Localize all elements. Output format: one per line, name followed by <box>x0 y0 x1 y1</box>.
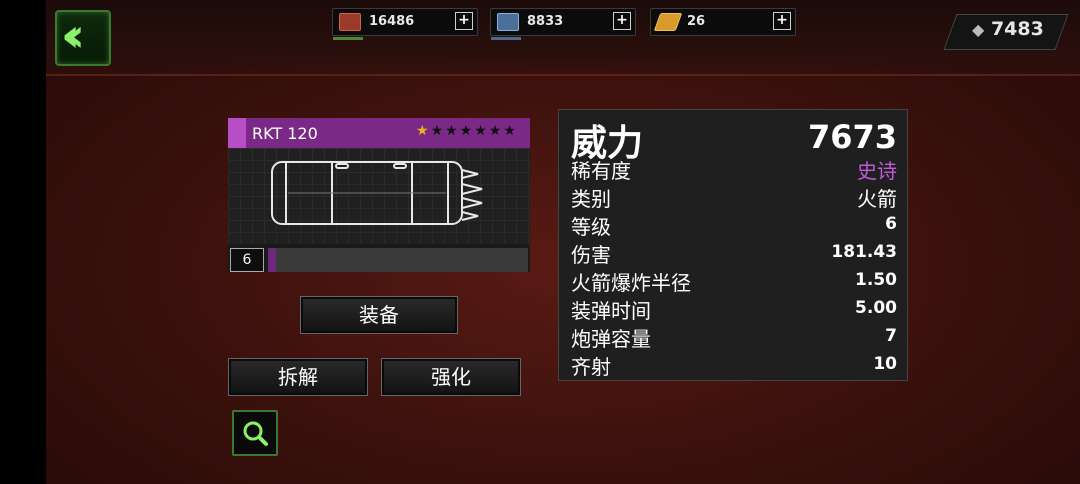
weapon-name: RKT 120 <box>252 124 318 143</box>
rarity-accent <box>228 118 246 148</box>
equip-button[interactable]: 装备 <box>300 296 458 334</box>
gems-value: 7483 <box>990 18 1044 40</box>
add-red-crate-button[interactable]: + <box>455 12 473 30</box>
stat-row-ammo-capacity: 炮弹容量 7 <box>571 323 897 351</box>
stat-value: 火箭 <box>857 187 897 211</box>
stat-row-damage: 伤害 181.43 <box>571 239 897 267</box>
resource-bar <box>333 37 363 40</box>
stat-row-category: 类别 火箭 <box>571 183 897 211</box>
dismantle-button[interactable]: 拆解 <box>228 358 368 396</box>
magnifier-icon <box>243 421 268 446</box>
blue-crate-icon <box>497 13 519 31</box>
zoom-button[interactable] <box>232 410 278 456</box>
stat-value: 6 <box>885 214 897 234</box>
resource-gold-bar: 26 + <box>650 8 796 36</box>
stat-value: 7 <box>885 326 897 346</box>
stat-row-rarity: 稀有度 史诗 <box>571 155 897 183</box>
stat-label: 稀有度 <box>571 159 631 183</box>
stat-label: 等级 <box>571 215 611 239</box>
add-blue-crate-button[interactable]: + <box>613 12 631 30</box>
weapon-level-badge: 6 <box>230 248 264 272</box>
star-rating: ★★★★★★★ <box>416 123 518 139</box>
resource-blue-crate: 8833 + <box>490 8 636 40</box>
stat-row-blast-radius: 火箭爆炸半径 1.50 <box>571 267 897 295</box>
stat-label: 伤害 <box>571 243 611 267</box>
gold-bar-icon <box>653 13 683 31</box>
stat-label: 火箭爆炸半径 <box>571 271 691 295</box>
rocket-pod-icon <box>271 161 483 225</box>
xp-progress-bar <box>268 248 528 272</box>
stat-label: 炮弹容量 <box>571 327 651 351</box>
red-crate-icon <box>339 13 361 31</box>
stat-row-salvo: 齐射 10 <box>571 351 897 379</box>
top-bar-divider <box>46 74 1080 76</box>
gem-icon: ◆ <box>972 20 985 39</box>
add-gold-bar-button[interactable]: + <box>773 12 791 30</box>
stat-label: 装弹时间 <box>571 299 651 323</box>
xp-progress-fill <box>268 248 276 272</box>
stat-label: 类别 <box>571 187 611 211</box>
star-filled-icon: ★ <box>416 123 431 139</box>
resource-blue-crate-value: 8833 <box>527 14 564 29</box>
gems-display: ◆ 7483 <box>972 18 1044 40</box>
weapon-card[interactable]: RKT 120 ★★★★★★★ 6 <box>228 118 530 272</box>
resource-gold-bar-value: 26 <box>687 14 706 29</box>
stats-panel: 威力 7673 稀有度 史诗 类别 火箭 等级 6 伤害 181.43 火箭爆炸… <box>558 109 908 381</box>
power-value: 7673 <box>807 118 897 156</box>
back-button[interactable]: ‹‹ <box>55 8 111 66</box>
stat-row-level: 等级 6 <box>571 211 897 239</box>
stat-value: 181.43 <box>831 242 897 262</box>
double-chevron-left-icon: ‹‹ <box>61 8 85 62</box>
resource-red-crate: 16486 + <box>332 8 478 40</box>
stat-row-reload-time: 装弹时间 5.00 <box>571 295 897 323</box>
weapon-image <box>228 148 530 244</box>
stat-value: 史诗 <box>857 159 897 183</box>
stat-label: 齐射 <box>571 355 611 379</box>
stat-value: 5.00 <box>855 298 897 318</box>
resource-bar <box>491 37 521 40</box>
stat-value: 10 <box>873 354 897 374</box>
stat-value: 1.50 <box>855 270 897 290</box>
resource-red-crate-value: 16486 <box>369 14 415 29</box>
enhance-button[interactable]: 强化 <box>381 358 521 396</box>
